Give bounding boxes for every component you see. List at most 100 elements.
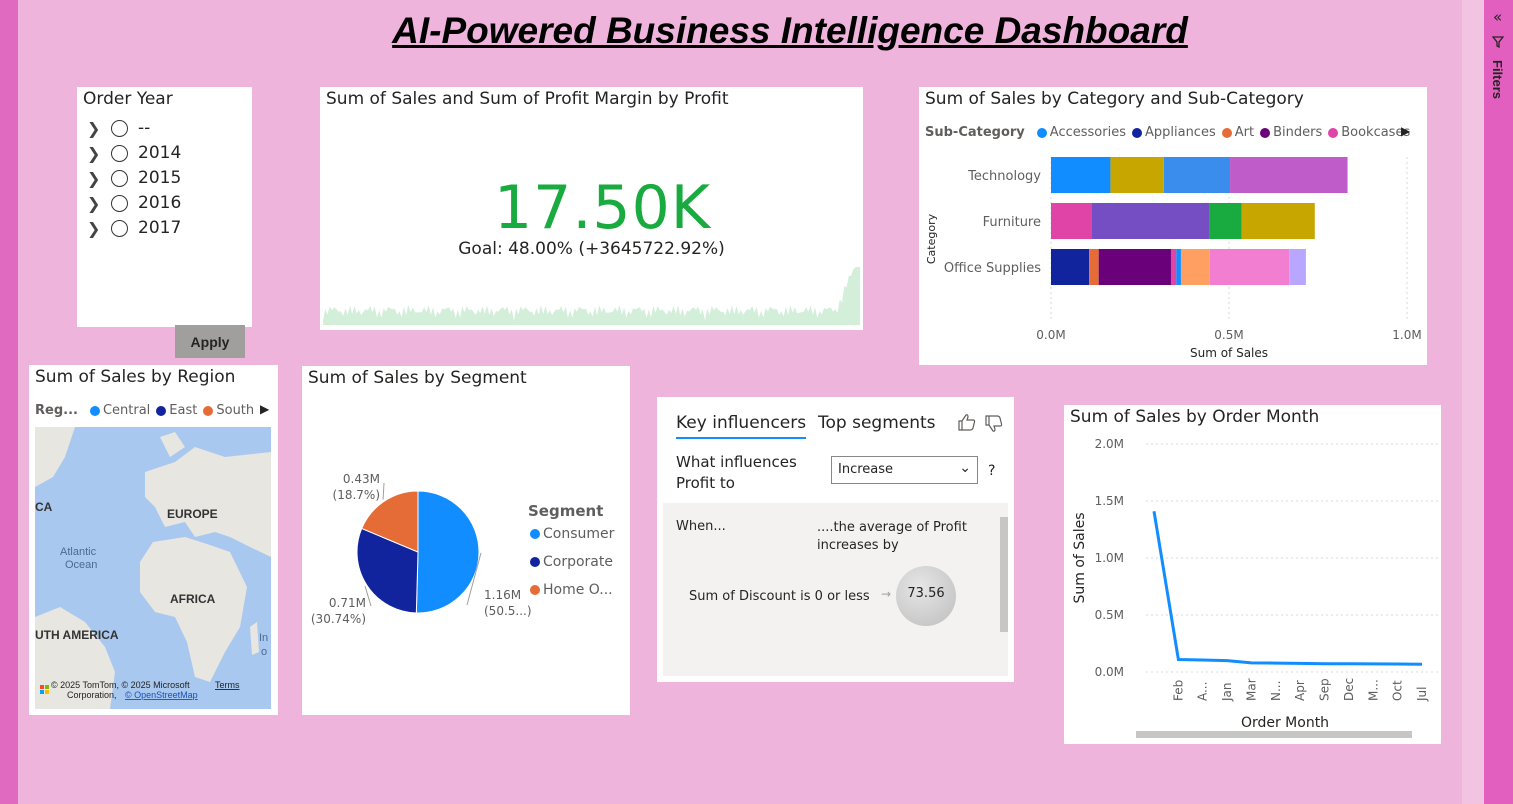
thumbs-up-icon[interactable] xyxy=(957,413,977,431)
bar-segment[interactable] xyxy=(1170,249,1177,285)
osm-link[interactable]: © OpenStreetMap xyxy=(125,690,198,700)
legend-item[interactable]: South xyxy=(216,403,254,418)
slicer-item-label: 2015 xyxy=(138,168,182,188)
pie-data-label: 1.16M xyxy=(484,588,521,602)
chevron-down-icon: ⌄ xyxy=(959,460,971,476)
radio-button[interactable] xyxy=(111,144,128,162)
legend-dot xyxy=(530,557,540,567)
bar-plot-area: 0.0M 0.5M 1.0M Technology Furniture Office Su… xyxy=(925,157,1422,360)
slicer-item[interactable]: ❯ -- xyxy=(87,118,150,138)
legend-label: Home O... xyxy=(543,582,613,598)
influence-dropdown[interactable]: Increase ⌄ xyxy=(831,456,978,484)
kpi-card: Sum of Sales and Sum of Profit Margin by… xyxy=(320,87,863,330)
bar-segment[interactable] xyxy=(1241,203,1315,239)
bar-segment[interactable] xyxy=(1209,203,1242,239)
bar-segment[interactable] xyxy=(1089,249,1099,285)
y-tick-label: 1.0M xyxy=(1095,551,1124,565)
tab-top-segments[interactable]: Top segments xyxy=(818,413,936,433)
left-edge-strip xyxy=(0,0,18,804)
help-icon[interactable]: ? xyxy=(988,463,995,479)
y-axis-title: Category xyxy=(925,213,938,264)
legend-dot xyxy=(530,585,540,595)
average-label: ....the average of Profit increases by xyxy=(817,520,967,553)
bar-segment[interactable] xyxy=(1163,157,1231,193)
line-plot-area: 0.0M 0.5M 1.0M 1.5M 2.0M Feb A... Jan Mar N... Apr… xyxy=(1072,437,1441,731)
chevron-right-icon[interactable]: ❯ xyxy=(87,119,103,138)
map-terms-link[interactable]: Terms xyxy=(215,680,240,690)
slicer-item[interactable]: ❯ 2017 xyxy=(87,218,181,238)
apply-button[interactable]: Apply xyxy=(175,325,245,358)
legend-title: Reg... xyxy=(35,403,78,418)
influence-value: 73.56 xyxy=(907,586,945,601)
kpi-trend-path xyxy=(323,267,860,325)
bar-segment[interactable] xyxy=(1098,249,1171,285)
bar-segment[interactable] xyxy=(1110,157,1164,193)
slicer-item[interactable]: ❯ 2015 xyxy=(87,168,181,188)
x-tick-label: Mar xyxy=(1244,678,1258,701)
pie-legend-title: Segment xyxy=(528,502,604,520)
radio-button[interactable] xyxy=(111,194,128,212)
x-tick-label: Apr xyxy=(1293,680,1307,701)
pie-legend-item[interactable]: Consumer xyxy=(530,526,614,542)
slicer-item[interactable]: ❯ 2014 xyxy=(87,143,181,163)
pie-legend-item[interactable]: Home O... xyxy=(530,582,613,598)
x-tick-label: N... xyxy=(1269,681,1283,701)
bar-segment[interactable] xyxy=(1230,157,1348,193)
chevron-right-icon[interactable]: ❯ xyxy=(87,219,103,238)
chevron-right-icon[interactable]: ❯ xyxy=(87,144,103,163)
world-map[interactable]: EUROPE AFRICA UTH AMERICA CA Atlantic Oc… xyxy=(35,427,271,709)
category-label: Technology xyxy=(967,169,1041,184)
bar-segment[interactable] xyxy=(1180,249,1210,285)
radio-button[interactable] xyxy=(111,169,128,187)
kpi-trend-area xyxy=(323,267,860,325)
thumbs-down-icon[interactable] xyxy=(984,415,1004,433)
bar-segment[interactable] xyxy=(1091,203,1210,239)
kpi-goal: Goal: 48.00% (+3645722.92%) xyxy=(458,239,725,259)
bar-segment[interactable] xyxy=(1051,249,1090,285)
segment-pie-card: Sum of Sales by Segment 1.16M (50.5...) 0.… xyxy=(302,366,630,715)
map-title: Sum of Sales by Region xyxy=(35,367,236,387)
horizontal-scrollbar[interactable] xyxy=(1136,731,1412,738)
y-axis-title: Sum of Sales xyxy=(1072,512,1088,603)
chevron-right-icon[interactable]: ❯ xyxy=(87,169,103,188)
map-label-ocean: Ocean xyxy=(65,559,97,571)
legend-item[interactable]: East xyxy=(169,403,197,418)
legend-item[interactable]: Central xyxy=(103,403,150,418)
filters-label[interactable]: Filters xyxy=(1490,60,1505,99)
legend-dot xyxy=(530,529,540,539)
x-axis-title: Sum of Sales xyxy=(1190,346,1268,360)
chevron-right-icon[interactable]: ❯ xyxy=(87,194,103,213)
pie-data-pct: (30.74%) xyxy=(311,612,366,626)
bar-segment[interactable] xyxy=(1289,249,1306,285)
map-label-africa: AFRICA xyxy=(170,592,216,606)
bar-segment[interactable] xyxy=(1209,249,1290,285)
bar-segment[interactable] xyxy=(1051,203,1092,239)
legend-next-icon[interactable]: ▶ xyxy=(260,402,269,416)
slicer-item-label: 2016 xyxy=(138,193,182,213)
tab-key-influencers[interactable]: Key influencers xyxy=(676,413,807,439)
filters-pane[interactable]: « Filters xyxy=(1484,0,1513,804)
scrollbar[interactable] xyxy=(1000,517,1008,632)
category-label: Office Supplies xyxy=(944,261,1041,276)
x-tick-label: Jan xyxy=(1220,683,1234,703)
bar-segment[interactable] xyxy=(1051,157,1111,193)
map-label-south-america: UTH AMERICA xyxy=(35,628,119,642)
bar-segment[interactable] xyxy=(1176,249,1181,285)
leader-line xyxy=(382,482,385,500)
legend-dot xyxy=(156,405,167,416)
x-tick-label: M... xyxy=(1366,679,1380,701)
map-label-atlantic: Atlantic xyxy=(60,546,97,558)
x-tick-label: Dec xyxy=(1342,678,1356,701)
map-copyright-2: Corporation, xyxy=(67,690,117,700)
x-tick-label: Feb xyxy=(1171,680,1185,701)
pie-legend-item[interactable]: Corporate xyxy=(530,554,613,570)
kpi-title: Sum of Sales and Sum of Profit Margin by… xyxy=(326,89,729,109)
category-label: Furniture xyxy=(983,215,1041,230)
x-tick-label: 0.5M xyxy=(1214,328,1243,342)
influencer-condition[interactable]: Sum of Discount is 0 or less xyxy=(689,589,870,604)
sales-line[interactable] xyxy=(1152,511,1423,666)
dropdown-value: Increase xyxy=(838,462,894,477)
slicer-item[interactable]: ❯ 2016 xyxy=(87,193,181,213)
radio-button[interactable] xyxy=(111,119,128,137)
radio-button[interactable] xyxy=(111,219,128,237)
